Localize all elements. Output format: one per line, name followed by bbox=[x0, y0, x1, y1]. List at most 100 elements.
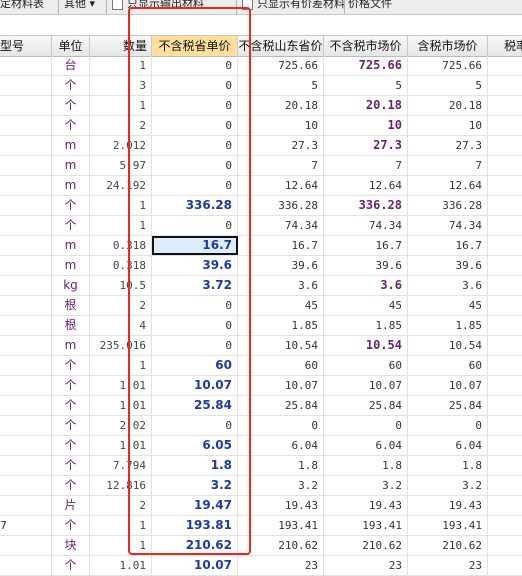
quantity-cell[interactable]: 235.016 bbox=[90, 336, 152, 355]
unit-cell[interactable]: m bbox=[52, 336, 90, 355]
incl-tax-market-price-cell[interactable]: 336.28 bbox=[408, 196, 488, 215]
other-dropdown[interactable]: 其他 ▾ bbox=[64, 0, 95, 14]
price-file-button[interactable]: 价格文件 bbox=[348, 0, 392, 14]
quantity-cell[interactable]: 3 bbox=[90, 76, 152, 95]
excl-tax-province-price-cell[interactable]: 19.47 bbox=[152, 496, 238, 515]
table-row[interactable]: 块 1 210.62 210.62 210.62 210.62 bbox=[0, 536, 522, 556]
excl-tax-province-price-cell[interactable]: 0 bbox=[152, 56, 238, 75]
column-header-unit[interactable]: 单位 bbox=[52, 36, 90, 56]
excl-tax-province-price-cell[interactable]: 10.07 bbox=[152, 556, 238, 575]
excl-tax-province-price-cell[interactable]: 0 bbox=[152, 416, 238, 435]
excl-tax-market-price-cell[interactable]: 19.43 bbox=[324, 496, 408, 515]
excl-tax-market-price-cell[interactable]: 10 bbox=[324, 116, 408, 135]
excl-tax-shandong-price-cell[interactable]: 23 bbox=[238, 556, 324, 575]
excl-tax-market-price-cell[interactable]: 45 bbox=[324, 296, 408, 315]
column-header-tax-rate[interactable]: 税率 bbox=[488, 36, 522, 56]
excl-tax-shandong-price-cell[interactable]: 20.18 bbox=[238, 96, 324, 115]
excl-tax-shandong-price-cell[interactable]: 725.66 bbox=[238, 56, 324, 75]
quantity-cell[interactable]: 1.01 bbox=[90, 396, 152, 415]
excl-tax-market-price-cell[interactable]: 25.84 bbox=[324, 396, 408, 415]
table-row[interactable]: m 235.016 0 10.54 10.54 10.54 bbox=[0, 336, 522, 356]
excl-tax-shandong-price-cell[interactable]: 10 bbox=[238, 116, 324, 135]
excl-tax-shandong-price-cell[interactable]: 336.28 bbox=[238, 196, 324, 215]
quantity-cell[interactable]: 12.816 bbox=[90, 476, 152, 495]
tax-rate-cell[interactable] bbox=[488, 156, 522, 175]
quantity-cell[interactable]: 0.318 bbox=[90, 256, 152, 275]
unit-cell[interactable]: 个 bbox=[52, 456, 90, 475]
incl-tax-market-price-cell[interactable]: 20.18 bbox=[408, 96, 488, 115]
table-row[interactable]: m 5.97 0 7 7 7 bbox=[0, 156, 522, 176]
table-row[interactable]: kg 10.5 3.72 3.6 3.6 3.6 bbox=[0, 276, 522, 296]
table-row[interactable]: 片 2 19.47 19.43 19.43 19.43 bbox=[0, 496, 522, 516]
model-cell[interactable] bbox=[0, 356, 52, 375]
tax-rate-cell[interactable] bbox=[488, 176, 522, 195]
model-cell[interactable] bbox=[0, 536, 52, 555]
quantity-cell[interactable]: 24.192 bbox=[90, 176, 152, 195]
excl-tax-shandong-price-cell[interactable]: 10.07 bbox=[238, 376, 324, 395]
unit-cell[interactable]: 片 bbox=[52, 496, 90, 515]
tax-rate-cell[interactable] bbox=[488, 416, 522, 435]
table-row[interactable]: 个 1.01 6.05 6.04 6.04 6.04 bbox=[0, 436, 522, 456]
incl-tax-market-price-cell[interactable]: 5 bbox=[408, 76, 488, 95]
excl-tax-shandong-price-cell[interactable]: 27.3 bbox=[238, 136, 324, 155]
incl-tax-market-price-cell[interactable]: 45 bbox=[408, 296, 488, 315]
excl-tax-market-price-cell[interactable]: 0 bbox=[324, 416, 408, 435]
unit-cell[interactable]: 根 bbox=[52, 316, 90, 335]
tax-rate-cell[interactable] bbox=[488, 396, 522, 415]
model-cell[interactable]: 7 bbox=[0, 516, 52, 535]
tax-rate-cell[interactable] bbox=[488, 376, 522, 395]
quantity-cell[interactable]: 1 bbox=[90, 56, 152, 75]
tax-rate-cell[interactable] bbox=[488, 116, 522, 135]
model-cell[interactable] bbox=[0, 176, 52, 195]
table-row[interactable]: 个 1 0 74.34 74.34 74.34 bbox=[0, 216, 522, 236]
excl-tax-province-price-cell[interactable]: 3.2 bbox=[152, 476, 238, 495]
tax-rate-cell[interactable] bbox=[488, 136, 522, 155]
incl-tax-market-price-cell[interactable]: 23 bbox=[408, 556, 488, 575]
tax-rate-cell[interactable] bbox=[488, 356, 522, 375]
incl-tax-market-price-cell[interactable]: 0 bbox=[408, 416, 488, 435]
unit-cell[interactable]: m bbox=[52, 236, 90, 255]
excl-tax-province-price-cell[interactable]: 39.6 bbox=[152, 256, 238, 275]
model-cell[interactable] bbox=[0, 216, 52, 235]
excl-tax-shandong-price-cell[interactable]: 210.62 bbox=[238, 536, 324, 555]
column-header-excl-tax-shandong-price[interactable]: 不含税山东省价 bbox=[238, 36, 324, 56]
tax-rate-cell[interactable] bbox=[488, 536, 522, 555]
excl-tax-shandong-price-cell[interactable]: 6.04 bbox=[238, 436, 324, 455]
incl-tax-market-price-cell[interactable]: 1.85 bbox=[408, 316, 488, 335]
excl-tax-market-price-cell[interactable]: 210.62 bbox=[324, 536, 408, 555]
excl-tax-shandong-price-cell[interactable]: 7 bbox=[238, 156, 324, 175]
incl-tax-market-price-cell[interactable]: 10 bbox=[408, 116, 488, 135]
incl-tax-market-price-cell[interactable]: 12.64 bbox=[408, 176, 488, 195]
tax-rate-cell[interactable] bbox=[488, 456, 522, 475]
model-cell[interactable] bbox=[0, 376, 52, 395]
unit-cell[interactable]: 个 bbox=[52, 516, 90, 535]
quantity-cell[interactable]: 2 bbox=[90, 496, 152, 515]
quantity-cell[interactable]: 2.012 bbox=[90, 136, 152, 155]
model-cell[interactable] bbox=[0, 496, 52, 515]
incl-tax-market-price-cell[interactable]: 25.84 bbox=[408, 396, 488, 415]
quantity-cell[interactable]: 10.5 bbox=[90, 276, 152, 295]
incl-tax-market-price-cell[interactable]: 60 bbox=[408, 356, 488, 375]
table-row[interactable]: m 0.318 16.7 16.7 16.7 16.7 bbox=[0, 236, 522, 256]
model-cell[interactable] bbox=[0, 476, 52, 495]
excl-tax-province-price-cell[interactable]: 336.28 bbox=[152, 196, 238, 215]
excl-tax-shandong-price-cell[interactable]: 45 bbox=[238, 296, 324, 315]
incl-tax-market-price-cell[interactable]: 10.54 bbox=[408, 336, 488, 355]
incl-tax-market-price-cell[interactable]: 74.34 bbox=[408, 216, 488, 235]
excl-tax-market-price-cell[interactable]: 6.04 bbox=[324, 436, 408, 455]
model-cell[interactable] bbox=[0, 256, 52, 275]
table-row[interactable]: 根 4 0 1.85 1.85 1.85 bbox=[0, 316, 522, 336]
table-row[interactable]: m 2.012 0 27.3 27.3 27.3 bbox=[0, 136, 522, 156]
table-row[interactable]: m 0.318 39.6 39.6 39.6 39.6 bbox=[0, 256, 522, 276]
table-row[interactable]: 个 1.01 10.07 10.07 10.07 10.07 bbox=[0, 376, 522, 396]
quantity-cell[interactable]: 1.01 bbox=[90, 436, 152, 455]
incl-tax-market-price-cell[interactable]: 39.6 bbox=[408, 256, 488, 275]
model-cell[interactable] bbox=[0, 136, 52, 155]
quantity-cell[interactable]: 1.01 bbox=[90, 376, 152, 395]
excl-tax-province-price-cell[interactable]: 6.05 bbox=[152, 436, 238, 455]
excl-tax-province-price-cell[interactable]: 0 bbox=[152, 136, 238, 155]
excl-tax-market-price-cell[interactable]: 27.3 bbox=[324, 136, 408, 155]
model-cell[interactable] bbox=[0, 336, 52, 355]
excl-tax-market-price-cell[interactable]: 20.18 bbox=[324, 96, 408, 115]
excl-tax-shandong-price-cell[interactable]: 1.8 bbox=[238, 456, 324, 475]
